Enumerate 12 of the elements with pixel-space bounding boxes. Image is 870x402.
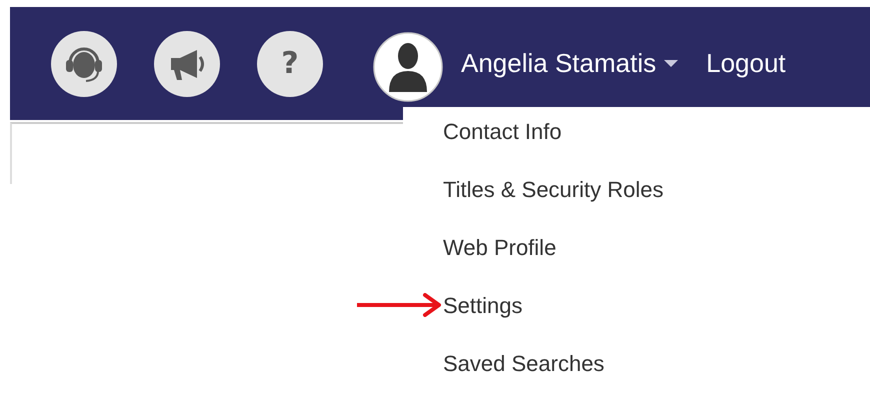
menu-item[interactable]: Titles & Security Roles <box>443 177 664 203</box>
avatar-icon[interactable] <box>373 32 443 102</box>
menu-item[interactable]: Contact Info <box>443 119 562 145</box>
logout-link[interactable]: Logout <box>706 48 786 79</box>
menu-item[interactable]: Saved Searches <box>443 351 604 377</box>
user-menu-button[interactable]: Angelia Stamatis <box>461 48 678 79</box>
help-button[interactable]: ? <box>257 30 323 96</box>
megaphone-icon[interactable] <box>154 30 220 96</box>
caret-icon <box>664 60 678 68</box>
menu-item[interactable]: Settings <box>443 293 522 319</box>
headset-icon[interactable] <box>51 30 117 96</box>
menu-item[interactable]: Web Profile <box>443 235 556 261</box>
